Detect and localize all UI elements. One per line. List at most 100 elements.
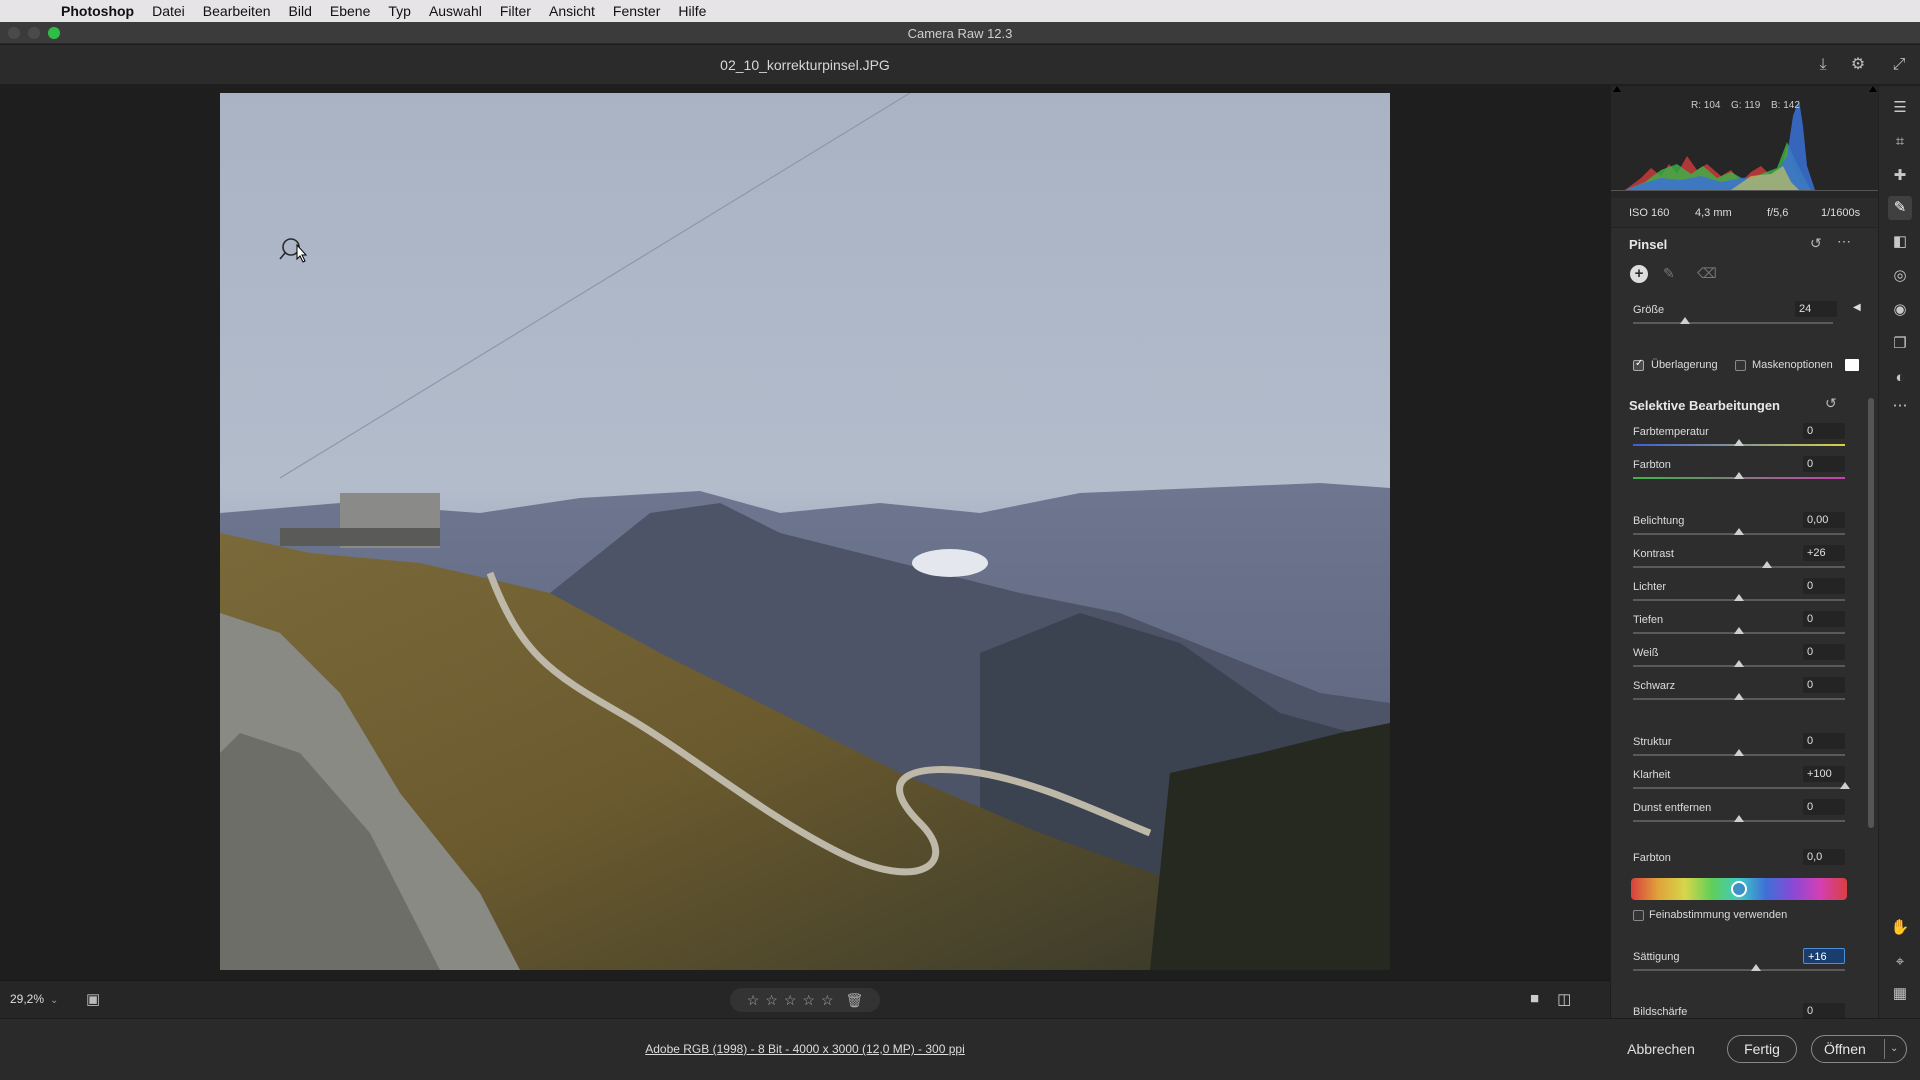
menu-datei[interactable]: Datei [143,3,194,19]
brush-icon[interactable]: ✎ [1663,265,1675,282]
mask-color-swatch[interactable] [1845,359,1859,371]
before-after-view-icon[interactable]: ◫ [1557,990,1571,1008]
slider-value[interactable]: 0 [1803,799,1845,815]
slider-thumb[interactable] [1734,528,1744,535]
slider-9[interactable]: Klarheit +100 [1611,766,1850,796]
menu-typ[interactable]: Typ [379,3,420,19]
cancel-button[interactable]: Abbrechen [1614,1035,1708,1063]
slider-value[interactable]: 0 [1803,578,1845,594]
slider-4[interactable]: Lichter 0 [1611,578,1845,608]
workflow-options-link[interactable]: Adobe RGB (1998) - 8 Bit - 4000 x 3000 (… [0,1042,1610,1056]
star-icon-1[interactable]: ☆ [747,992,760,1009]
menu-ebene[interactable]: Ebene [321,3,379,19]
menu-photoshop[interactable]: Photoshop [52,3,143,19]
brush-size-slider[interactable]: Größe 24 [1611,301,1843,331]
slider-6[interactable]: Weiß 0 [1611,644,1845,674]
chevron-down-icon[interactable]: ⌄ [1890,1036,1898,1062]
more-options-icon[interactable]: ⋯ [1837,233,1851,250]
slider-5[interactable]: Tiefen 0 [1611,611,1845,641]
saturation-thumb[interactable] [1750,964,1761,971]
crop-icon[interactable]: ⌗ [1888,130,1912,154]
saturation-slider[interactable]: Sättigung +16 [1611,948,1845,978]
eraser-icon[interactable]: ⌫ [1697,265,1717,282]
sharpness-slider[interactable]: Bildschärfe 0 [1611,1003,1845,1018]
menu-bearbeiten[interactable]: Bearbeiten [194,3,280,19]
preview-image-icon[interactable]: ▣ [86,990,106,1008]
slider-thumb[interactable] [1734,693,1744,700]
grid-overlay-icon[interactable]: ▦ [1888,982,1912,1006]
trash-icon[interactable]: 🗑 [846,992,864,1009]
brush-size-thumb[interactable] [1680,317,1690,324]
slider-thumb[interactable] [1734,594,1744,601]
hue-color-bar[interactable] [1631,878,1847,900]
slider-value[interactable]: 0,00 [1803,512,1845,528]
slider-value[interactable]: 0 [1803,611,1845,627]
fullscreen-icon[interactable]: ⤢ [1888,54,1910,76]
sharpness-value[interactable]: 0 [1803,1003,1845,1018]
edit-sliders-icon[interactable]: ☰ [1888,96,1912,120]
slider-thumb[interactable] [1761,561,1772,568]
star-icon-5[interactable]: ☆ [821,992,834,1009]
saturation-value[interactable]: +16 [1803,948,1845,964]
slider-value[interactable]: 0 [1803,733,1845,749]
slider-value[interactable]: 0 [1803,677,1845,693]
slider-thumb[interactable] [1734,627,1744,634]
mask-options-checkbox[interactable] [1735,360,1746,371]
hand-tool-icon[interactable]: ✋ [1888,916,1912,940]
fine-tune-checkbox[interactable] [1633,910,1644,921]
menu-fenster[interactable]: Fenster [604,3,669,19]
slider-10[interactable]: Dunst entfernen 0 [1611,799,1845,829]
star-icon-4[interactable]: ☆ [802,992,815,1009]
slider-7[interactable]: Schwarz 0 [1611,677,1845,707]
menu-bild[interactable]: Bild [280,3,321,19]
star-icon-2[interactable]: ☆ [765,992,778,1009]
menu-filter[interactable]: Filter [491,3,540,19]
slider-thumb[interactable] [1734,439,1744,446]
snapshots-icon[interactable]: ❐ [1888,332,1912,356]
slider-value[interactable]: 0 [1803,644,1845,660]
reset-icon[interactable]: ↺ [1810,235,1822,252]
adjustment-brush-icon[interactable]: ✎ [1888,196,1912,220]
settings-gear-icon[interactable]: ⚙ [1847,54,1869,76]
menu-auswahl[interactable]: Auswahl [420,3,491,19]
overlay-checkbox[interactable] [1633,358,1644,371]
slider-thumb[interactable] [1840,782,1850,789]
slider-1[interactable]: Farbton 0 [1611,456,1845,486]
add-brush-icon[interactable]: + [1630,265,1648,283]
graduated-filter-icon[interactable]: ◧ [1888,230,1912,254]
more-tools-icon[interactable]: ⋯ [1888,394,1912,418]
slider-3[interactable]: Kontrast +26 [1611,545,1845,575]
slider-value[interactable]: 0 [1803,456,1845,472]
photo-preview[interactable] [220,93,1390,970]
zoom-level-dropdown[interactable]: 29,2% ⌄ [10,992,58,1006]
radial-filter-icon[interactable]: ◎ [1888,264,1912,288]
slider-thumb[interactable] [1734,815,1744,822]
slider-value[interactable]: 0 [1803,423,1845,439]
panel-scrollbar[interactable] [1868,398,1874,828]
slider-2[interactable]: Belichtung 0,00 [1611,512,1845,542]
star-icon-3[interactable]: ☆ [784,992,797,1009]
save-image-icon[interactable]: ⤓ [1812,54,1834,76]
collapse-arrow-icon[interactable]: ◀ [1853,302,1861,313]
slider-thumb[interactable] [1734,472,1744,479]
hue-thumb[interactable] [1731,881,1747,897]
healing-brush-icon[interactable]: ✚ [1888,164,1912,188]
presets-icon[interactable]: ◐ [1888,366,1912,390]
slider-thumb[interactable] [1734,660,1744,667]
slider-0[interactable]: Farbtemperatur 0 [1611,423,1845,453]
red-eye-icon[interactable]: ◉ [1888,298,1912,322]
reset-icon[interactable]: ↺ [1825,395,1837,412]
slider-thumb[interactable] [1734,749,1744,756]
slider-value[interactable]: +26 [1803,545,1845,561]
open-button[interactable]: Öffnen ⌄ [1811,1035,1907,1063]
slider-8[interactable]: Struktur 0 [1611,733,1845,763]
done-button[interactable]: Fertig [1727,1035,1797,1063]
slider-value[interactable]: +100 [1803,766,1845,782]
single-view-icon[interactable]: ■ [1530,990,1539,1008]
menu-hilfe[interactable]: Hilfe [669,3,715,19]
brush-size-value[interactable]: 24 [1795,301,1837,317]
color-sampler-icon[interactable]: ⌖ [1888,950,1912,974]
hue-value[interactable]: 0,0 [1803,849,1845,865]
menu-ansicht[interactable]: Ansicht [540,3,604,19]
image-canvas[interactable] [0,86,1610,980]
